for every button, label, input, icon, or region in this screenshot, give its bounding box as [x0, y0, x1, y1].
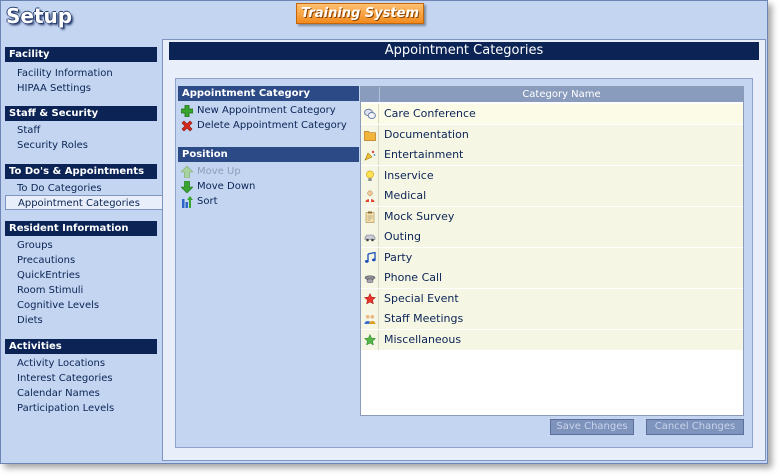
nav-item-to-do-categories[interactable]: To Do Categories	[17, 182, 102, 195]
nav-item-quickentries[interactable]: QuickEntries	[17, 269, 80, 282]
nav-header-activities: Activities	[5, 339, 157, 354]
chat-bubbles-icon	[361, 104, 379, 124]
clipboard-icon	[361, 206, 379, 227]
plus-icon	[180, 104, 194, 118]
nav-header-facility: Facility	[5, 47, 157, 62]
cancel-changes-button[interactable]: Cancel Changes	[646, 419, 744, 435]
category-name-cell: Outing	[379, 227, 743, 247]
category-name-cell: Inservice	[379, 165, 743, 186]
nav-item-groups[interactable]: Groups	[17, 239, 53, 252]
table-row[interactable]: Care Conference	[361, 104, 743, 124]
delete-appointment-category-button[interactable]: Delete Appointment Category	[181, 119, 347, 133]
car-icon	[361, 227, 379, 247]
setup-window: Setup Training System Facility Facility …	[0, 0, 768, 464]
sort-icon	[181, 196, 193, 208]
table-row[interactable]: Documentation	[361, 124, 743, 145]
table-row[interactable]: Phone Call	[361, 268, 743, 288]
music-note-icon	[361, 247, 379, 268]
nav-item-interest-categories[interactable]: Interest Categories	[17, 372, 113, 385]
nav-item-diets[interactable]: Diets	[17, 314, 43, 327]
move-up-label: Move Up	[197, 166, 241, 177]
lightbulb-icon	[361, 165, 379, 186]
people-icon	[361, 309, 379, 329]
sort-button[interactable]: Sort	[181, 195, 218, 209]
nav-header-staff-security: Staff & Security	[5, 106, 157, 121]
table-row[interactable]: Inservice	[361, 165, 743, 186]
main-title: Appointment Categories	[169, 42, 759, 60]
nav-item-security-roles[interactable]: Security Roles	[17, 139, 88, 152]
new-appointment-category-button[interactable]: New Appointment Category	[180, 104, 336, 118]
nav-item-hipaa-settings[interactable]: HIPAA Settings	[17, 82, 91, 95]
down-arrow-icon	[180, 180, 194, 194]
table-row[interactable]: Party	[361, 247, 743, 268]
nav-header-todos-appointments: To Do's & Appointments	[5, 164, 157, 179]
new-appointment-category-label: New Appointment Category	[197, 105, 336, 116]
category-name-cell: Mock Survey	[379, 206, 743, 227]
table-row[interactable]: Miscellaneous	[361, 329, 743, 350]
category-name-cell: Entertainment	[379, 145, 743, 165]
category-name-cell: Staff Meetings	[379, 309, 743, 329]
category-name-cell: Party	[379, 247, 743, 268]
category-name-cell: Care Conference	[379, 104, 743, 124]
table-row[interactable]: Medical	[361, 186, 743, 206]
table-header: Category Name	[361, 87, 743, 102]
move-down-button[interactable]: Move Down	[180, 180, 256, 194]
green-star-icon	[361, 329, 379, 350]
category-table: Category Name Care Conference Documentati…	[360, 86, 744, 416]
main-panel: Appointment Categories Appointment Categ…	[162, 39, 766, 461]
nav-item-activity-locations[interactable]: Activity Locations	[17, 357, 105, 370]
nav-item-appointment-categories[interactable]: Appointment Categories	[5, 195, 163, 210]
save-changes-button[interactable]: Save Changes	[550, 419, 634, 435]
column-header-category-name[interactable]: Category Name	[379, 87, 743, 102]
category-name-cell: Documentation	[379, 124, 743, 145]
table-row[interactable]: Outing	[361, 227, 743, 247]
nav-item-cognitive-levels[interactable]: Cognitive Levels	[17, 299, 99, 312]
category-name-cell: Medical	[379, 186, 743, 206]
table-row[interactable]: Mock Survey	[361, 206, 743, 227]
nav-header-resident-information: Resident Information	[5, 221, 157, 236]
folder-icon	[361, 124, 379, 145]
nav-item-staff[interactable]: Staff	[17, 124, 40, 137]
nav-item-participation-levels[interactable]: Participation Levels	[17, 402, 114, 415]
content-panel: Appointment Category New Appointment Cat…	[175, 78, 753, 448]
doctor-icon	[361, 186, 379, 206]
delete-x-icon	[181, 120, 193, 132]
nav-item-room-stimuli[interactable]: Room Stimuli	[17, 284, 83, 297]
page-title: Setup	[6, 4, 73, 28]
category-name-cell: Miscellaneous	[379, 329, 743, 350]
delete-appointment-category-label: Delete Appointment Category	[197, 120, 347, 131]
phone-icon	[361, 268, 379, 288]
category-name-cell: Special Event	[379, 288, 743, 309]
sort-label: Sort	[197, 196, 218, 207]
move-up-button[interactable]: Move Up	[180, 165, 241, 179]
category-name-cell: Phone Call	[379, 268, 743, 288]
position-header: Position	[178, 147, 359, 162]
brand-logo: Training System	[296, 3, 424, 24]
up-arrow-icon	[180, 165, 194, 179]
party-horn-icon	[361, 145, 379, 165]
nav-item-calendar-names[interactable]: Calendar Names	[17, 387, 100, 400]
star-icon	[361, 288, 379, 309]
table-row[interactable]: Entertainment	[361, 145, 743, 165]
nav-item-facility-information[interactable]: Facility Information	[17, 67, 113, 80]
move-down-label: Move Down	[197, 181, 256, 192]
table-row[interactable]: Staff Meetings	[361, 309, 743, 329]
table-row[interactable]: Special Event	[361, 288, 743, 309]
nav-item-precautions[interactable]: Precautions	[17, 254, 75, 267]
appointment-category-header: Appointment Category	[178, 86, 359, 101]
